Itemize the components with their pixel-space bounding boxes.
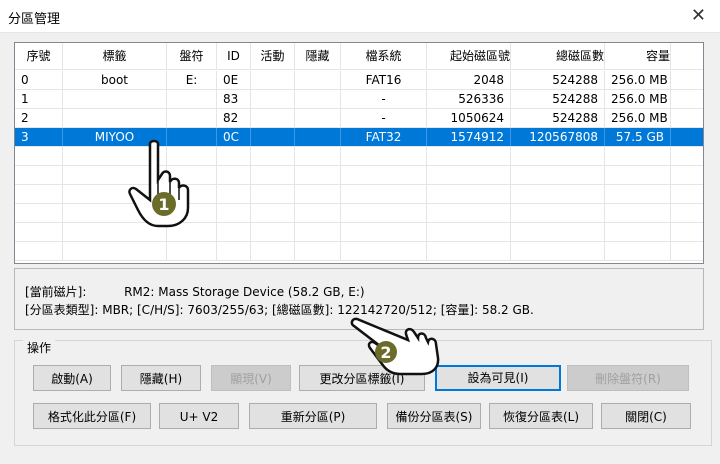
pointer-hand-icon-1: 1	[128, 139, 190, 228]
cell-hidden	[295, 71, 341, 89]
cell-active	[251, 128, 295, 146]
actions-caption: 操作	[23, 339, 56, 356]
action-button-row2-1[interactable]: U+ V2	[159, 403, 239, 429]
grid-column-line	[604, 147, 605, 261]
grid-line	[15, 203, 703, 204]
cell-hidden	[295, 109, 341, 127]
action-button-row1-2: 顯現(V)	[211, 365, 291, 391]
pointer-hand-icon-2: 2	[350, 317, 440, 376]
cell-start-sector: 1050624	[427, 109, 511, 127]
cell-total-sectors: 524288	[511, 90, 605, 108]
col-header-label[interactable]: 標籤	[63, 43, 167, 69]
close-icon[interactable]: ✕	[691, 4, 706, 28]
action-button-row1-5: 刪除盤符(R)	[567, 365, 689, 391]
cell-index: 1	[15, 90, 63, 108]
partition-table[interactable]: 序號 標籤 盤符 ID 活動 隱藏 檔系統 起始磁區號 總磁區數 容量 0 boo…	[14, 42, 704, 299]
cell-capacity: 57.5 GB	[605, 128, 671, 146]
cell-id: 83	[217, 90, 251, 108]
grid-line	[15, 127, 703, 128]
cell-label: boot	[63, 71, 167, 89]
cell-filesystem: -	[341, 90, 427, 108]
col-header-start-sector[interactable]: 起始磁區號	[427, 43, 511, 69]
action-button-row2-2[interactable]: 重新分區(P)	[249, 403, 377, 429]
table-row[interactable]: 2 82 -1050624 524288 256.0 MB	[15, 109, 703, 127]
grid-line	[15, 108, 703, 109]
cell-id: 0E	[217, 71, 251, 89]
cell-drive: E:	[167, 71, 217, 89]
cell-filesystem: FAT32	[341, 128, 427, 146]
col-header-id[interactable]: ID	[217, 43, 251, 69]
col-header-capacity[interactable]: 容量	[605, 43, 671, 69]
table-header: 序號 標籤 盤符 ID 活動 隱藏 檔系統 起始磁區號 總磁區數 容量	[15, 43, 703, 70]
grid-line	[15, 184, 703, 185]
col-header-active[interactable]: 活動	[251, 43, 295, 69]
grid-column-line	[670, 147, 671, 261]
step-1-badge: 1	[158, 195, 169, 214]
col-header-hidden[interactable]: 隱藏	[295, 43, 341, 69]
cell-drive	[167, 90, 217, 108]
current-disk-line: [當前磁片]: RM2: Mass Storage Device (58.2 G…	[25, 283, 365, 300]
col-header-index[interactable]: 序號	[15, 43, 63, 69]
cell-id: 82	[217, 109, 251, 127]
cell-id: 0C	[217, 128, 251, 146]
grid-column-line	[62, 147, 63, 261]
cell-start-sector: 2048	[427, 71, 511, 89]
action-button-row2-5[interactable]: 關閉(C)	[601, 403, 691, 429]
action-button-row1-4[interactable]: 設為可見(I)	[435, 365, 561, 391]
current-disk-label: [當前磁片]:	[25, 285, 87, 299]
cell-index: 3	[15, 128, 63, 146]
grid-column-line	[250, 147, 251, 261]
cell-capacity: 256.0 MB	[605, 71, 671, 89]
table-row[interactable]: 3 MIYOO 0C FAT32 1574912 120567808 57.5 GB	[15, 128, 703, 146]
grid-column-line	[294, 147, 295, 261]
action-button-row1-0[interactable]: 啟動(A)	[33, 365, 111, 391]
col-header-drive[interactable]: 盤符	[167, 43, 217, 69]
window-title: 分區管理	[8, 12, 61, 27]
cell-active	[251, 71, 295, 89]
action-button-row1-1[interactable]: 隱藏(H)	[121, 365, 201, 391]
cell-filesystem: FAT16	[341, 71, 427, 89]
cell-index: 0	[15, 71, 63, 89]
cell-hidden	[295, 90, 341, 108]
cell-active	[251, 109, 295, 127]
cell-label	[63, 109, 167, 127]
step-2-badge: 2	[380, 343, 391, 362]
cell-hidden	[295, 128, 341, 146]
grid-line	[15, 146, 703, 147]
cell-total-sectors: 120567808	[511, 128, 605, 146]
table-row[interactable]: 1 83 -526336 524288 256.0 MB	[15, 90, 703, 108]
title-bar: 分區管理 ✕	[0, 0, 720, 33]
current-disk-value: RM2: Mass Storage Device (58.2 GB, E:)	[124, 285, 365, 299]
cell-index: 2	[15, 109, 63, 127]
grid-column-line	[510, 147, 511, 261]
grid-line	[15, 165, 703, 166]
cell-drive	[167, 109, 217, 127]
grid-line	[15, 241, 703, 242]
action-button-row2-4[interactable]: 恢復分區表(L)	[489, 403, 593, 429]
table-row[interactable]: 0 boot E: 0E FAT16 2048 524288 256.0 MB	[15, 71, 703, 89]
cell-total-sectors: 524288	[511, 109, 605, 127]
cell-start-sector: 1574912	[427, 128, 511, 146]
action-button-row2-3[interactable]: 備份分區表(S)	[387, 403, 481, 429]
cell-active	[251, 90, 295, 108]
grid-line	[15, 89, 703, 90]
grid-line	[15, 260, 703, 261]
action-button-row2-0[interactable]: 格式化此分區(F)	[33, 403, 151, 429]
cell-label	[63, 90, 167, 108]
grid-line	[15, 222, 703, 223]
grid-column-line	[340, 147, 341, 261]
cell-filesystem: -	[341, 109, 427, 127]
grid-column-line	[216, 147, 217, 261]
partition-table-info: [分區表類型]: MBR; [C/H/S]: 7603/255/63; [總磁區…	[25, 303, 534, 317]
col-header-filesystem[interactable]: 檔系統	[341, 43, 427, 69]
col-header-total-sectors[interactable]: 總磁區數	[511, 43, 605, 69]
grid-column-line	[426, 147, 427, 261]
cell-total-sectors: 524288	[511, 71, 605, 89]
cell-start-sector: 526336	[427, 90, 511, 108]
cell-capacity: 256.0 MB	[605, 109, 671, 127]
cell-capacity: 256.0 MB	[605, 90, 671, 108]
